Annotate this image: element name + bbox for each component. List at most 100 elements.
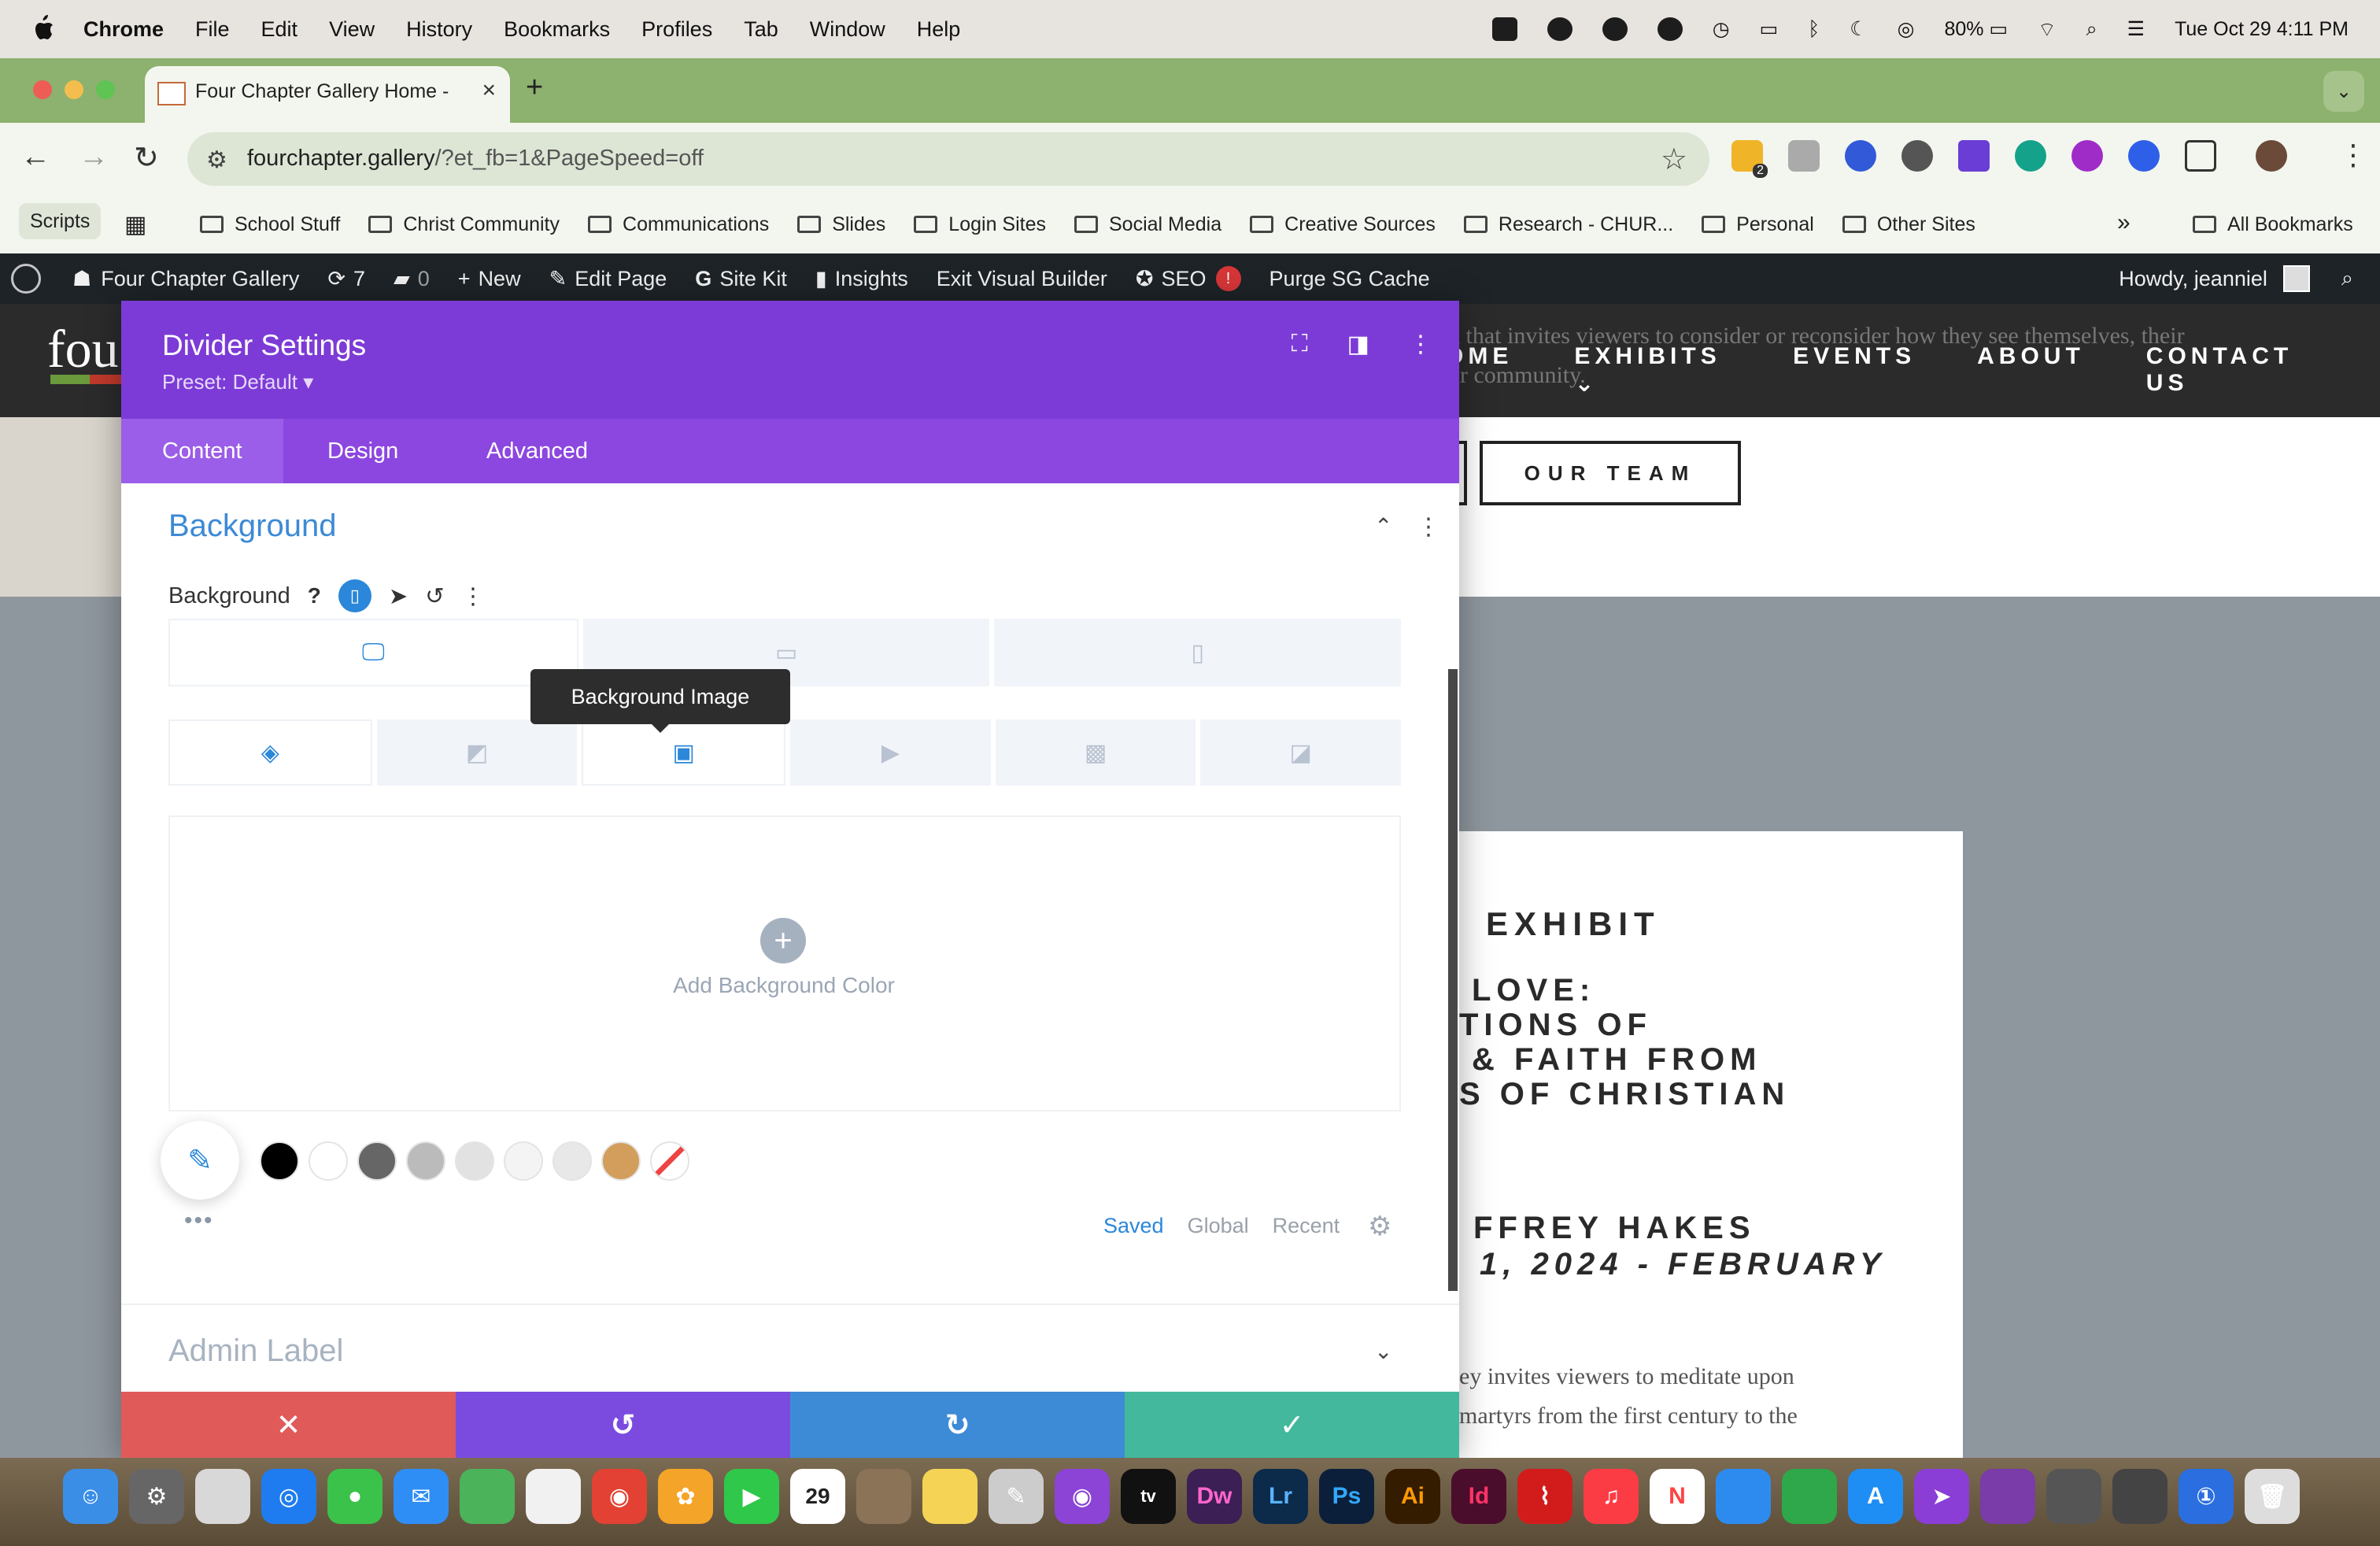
extension-badge-icon[interactable]: 2 xyxy=(1731,140,1768,178)
zoom-extension-icon[interactable] xyxy=(2128,140,2160,172)
reset-icon[interactable]: ↺ xyxy=(425,583,444,610)
profile-avatar[interactable] xyxy=(2256,140,2287,172)
reminders-icon[interactable] xyxy=(526,1469,581,1524)
acrobat-icon[interactable]: ⌇ xyxy=(1517,1469,1572,1524)
wp-purge-cache[interactable]: Purge SG Cache xyxy=(1269,267,1430,291)
our-team-button[interactable]: OUR TEAM xyxy=(1480,441,1741,505)
menu-window[interactable]: Window xyxy=(810,17,885,42)
extensions-puzzle-icon[interactable] xyxy=(2185,140,2216,172)
swatch[interactable] xyxy=(260,1141,299,1181)
photoshop-icon[interactable]: Ps xyxy=(1319,1469,1374,1524)
iq-extension-icon[interactable] xyxy=(1845,140,1876,172)
menu-app-chrome[interactable]: Chrome xyxy=(83,17,164,42)
nav-exhibits[interactable]: EXHIBITS ⌄ xyxy=(1574,343,1731,398)
bookmark-scripts[interactable]: Scripts xyxy=(19,203,102,239)
music-icon[interactable]: ♫ xyxy=(1584,1469,1639,1524)
help-icon[interactable]: ? xyxy=(308,583,321,608)
focus-moon-icon[interactable]: ☾ xyxy=(1850,17,1867,41)
numbers-icon[interactable] xyxy=(1782,1469,1837,1524)
menubar-clock[interactable]: Tue Oct 29 4:11 PM xyxy=(2175,18,2349,41)
photos-icon[interactable]: ✿ xyxy=(658,1469,713,1524)
menu-view[interactable]: View xyxy=(329,17,375,42)
bookmark-star-icon[interactable]: ☆ xyxy=(1661,142,1687,177)
dreamweaver-icon[interactable]: Dw xyxy=(1187,1469,1242,1524)
background-color-preview[interactable] xyxy=(168,816,1401,1111)
wp-edit-page[interactable]: ✎ Edit Page xyxy=(549,267,667,291)
menu-history[interactable]: History xyxy=(406,17,472,42)
video-tab-icon[interactable]: ▶ xyxy=(790,719,991,786)
responsive-device-icon[interactable]: ▯ xyxy=(338,579,371,612)
freeform-icon[interactable]: ✎ xyxy=(989,1469,1044,1524)
palette-settings-gear-icon[interactable]: ⚙ xyxy=(1368,1211,1391,1242)
menu-profiles[interactable]: Profiles xyxy=(641,17,712,42)
tab-advanced[interactable]: Advanced xyxy=(445,419,629,483)
menu-file[interactable]: File xyxy=(195,17,230,42)
time-machine-icon[interactable]: ◷ xyxy=(1713,17,1730,41)
wp-search-icon[interactable]: ⌕ xyxy=(2341,266,2353,291)
pattern-tab-icon[interactable]: ▩ xyxy=(995,719,1196,786)
preview-icon[interactable] xyxy=(2046,1469,2101,1524)
address-bar[interactable]: ⚙ fourchapter.gallery/?et_fb=1&PageSpeed… xyxy=(187,132,1709,186)
wp-insights[interactable]: ▮ Insights xyxy=(815,267,908,291)
more-swatches-icon[interactable]: ••• xyxy=(184,1208,214,1234)
business-app-icon[interactable] xyxy=(1980,1469,2035,1524)
bookmark-folder[interactable]: Social Media xyxy=(1074,213,1221,236)
grammarly-extension-icon[interactable] xyxy=(2015,140,2046,172)
maps-icon[interactable] xyxy=(460,1469,515,1524)
user-avatar[interactable] xyxy=(2282,265,2310,292)
no-color-swatch-icon[interactable] xyxy=(650,1141,689,1181)
site-info-icon[interactable]: ⚙ xyxy=(206,146,227,174)
swatch[interactable] xyxy=(552,1141,592,1181)
apple-tv-icon[interactable]: tv xyxy=(1121,1469,1176,1524)
all-bookmarks-folder[interactable]: All Bookmarks xyxy=(2193,195,2353,253)
window-zoom-button[interactable] xyxy=(96,80,115,99)
cursor-app-icon[interactable]: ➤ xyxy=(1914,1469,1969,1524)
chrome-menu-icon[interactable]: ⋮ xyxy=(2339,139,2367,172)
wifi-icon[interactable]: ⌔ xyxy=(2038,17,2057,42)
tab-close-icon[interactable]: × xyxy=(482,77,496,104)
camera-extension-icon[interactable] xyxy=(1788,140,1820,172)
swatch[interactable] xyxy=(357,1141,397,1181)
contacts-icon[interactable] xyxy=(856,1469,911,1524)
back-arrow-icon[interactable]: ← xyxy=(20,140,50,174)
split-view-icon[interactable]: ◨ xyxy=(1347,331,1369,358)
trash-icon[interactable]: 🗑 xyxy=(2245,1469,2300,1524)
desktop-tab-icon[interactable]: 🖵 xyxy=(168,619,578,686)
color-fill-tab-icon[interactable]: ◈ xyxy=(168,719,372,786)
control-center-icon[interactable]: ☰ xyxy=(2127,17,2145,41)
redo-icon[interactable]: ↻ xyxy=(790,1392,1125,1458)
wp-exit-visual-builder[interactable]: Exit Visual Builder xyxy=(937,267,1107,291)
palette-recent[interactable]: Recent xyxy=(1273,1214,1340,1238)
section-more-icon[interactable]: ⋮ xyxy=(1417,513,1440,541)
fullscreen-icon[interactable]: ⛶ xyxy=(1292,331,1308,358)
facetime-icon[interactable]: ▶ xyxy=(724,1469,779,1524)
modal-more-icon[interactable]: ⋮ xyxy=(1409,331,1432,358)
messages-icon[interactable]: ● xyxy=(327,1469,382,1524)
battery-status[interactable]: 80% ▭ xyxy=(1944,17,2008,41)
status-cloud-icon[interactable] xyxy=(1547,17,1572,41)
bookmarks-overflow-icon[interactable]: » xyxy=(2117,209,2131,236)
wp-site-name[interactable]: ☗ Four Chapter Gallery xyxy=(72,267,299,291)
wp-updates[interactable]: ⟳ 7 xyxy=(327,267,365,291)
1password-icon[interactable]: ① xyxy=(2179,1469,2234,1524)
safari-icon[interactable]: ◎ xyxy=(261,1469,316,1524)
indesign-icon[interactable]: Id xyxy=(1451,1469,1506,1524)
swatch[interactable] xyxy=(455,1141,494,1181)
new-tab-button[interactable]: + xyxy=(526,71,543,105)
spotlight-search-icon[interactable]: ⌕ xyxy=(2086,18,2097,41)
status-g-icon[interactable] xyxy=(1657,17,1683,41)
app-store-icon[interactable]: A xyxy=(1848,1469,1903,1524)
admin-label-section-title[interactable]: Admin Label xyxy=(168,1333,343,1369)
tab-design[interactable]: Design xyxy=(286,419,439,483)
bluetooth-icon[interactable]: ᛒ xyxy=(1808,18,1820,41)
field-more-icon[interactable]: ⋮ xyxy=(462,583,485,610)
lightroom-icon[interactable]: Lr xyxy=(1253,1469,1308,1524)
preset-dropdown[interactable]: Preset: Default ▾ xyxy=(162,370,313,394)
archive-icon[interactable] xyxy=(2112,1469,2168,1524)
site-logo[interactable]: fou xyxy=(47,318,129,384)
system-settings-icon[interactable]: ⚙ xyxy=(129,1469,184,1524)
undo-icon[interactable]: ↺ xyxy=(456,1392,790,1458)
swatch[interactable] xyxy=(406,1141,445,1181)
menu-edit[interactable]: Edit xyxy=(261,17,298,42)
launchpad-icon[interactable] xyxy=(195,1469,250,1524)
